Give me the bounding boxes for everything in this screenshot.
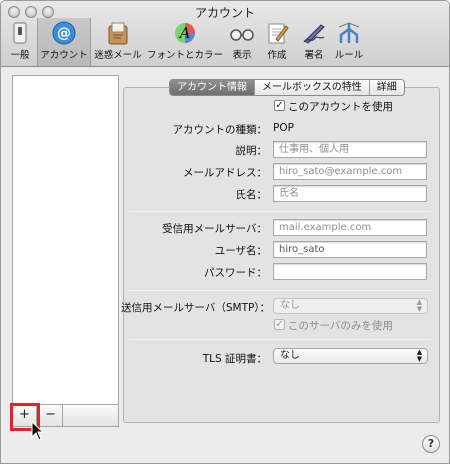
smtp-label: 送信用メールサーバ（SMTP）： (121, 302, 271, 314)
at-sign-icon: @ (51, 21, 77, 45)
description-label: 説明： (235, 145, 268, 157)
settings-tabs: アカウント情報 メールボックスの特性 詳細 (169, 79, 405, 96)
account-type-label: アカウントの種類： (172, 124, 268, 136)
svg-text:A: A (178, 24, 191, 42)
help-button[interactable]: ? (422, 435, 440, 453)
use-account-label: このアカウントを使用 (288, 101, 393, 113)
user-name-label: ユーザ名： (214, 245, 267, 257)
separator (129, 290, 431, 291)
rules-icon (336, 21, 362, 45)
tls-popup[interactable]: なし ▲ ▼ (273, 348, 428, 364)
glasses-icon (229, 21, 255, 45)
description-field[interactable]: 仕事用、個人用 (273, 141, 427, 158)
toolbar-item-junk-mail[interactable]: 迷惑メール (93, 21, 143, 65)
smtp-popup[interactable]: なし ▲ ▼ (273, 298, 428, 314)
toolbar-label: 作成 (267, 50, 287, 61)
use-account-checkbox[interactable]: ✓ (274, 100, 285, 111)
toolbar-item-signatures[interactable]: 署名 (297, 21, 331, 65)
full-name-label: 氏名： (235, 189, 268, 201)
signature-icon (301, 21, 327, 45)
junk-mail-icon (105, 21, 131, 45)
separator (129, 339, 431, 340)
toolbar-item-fonts-colors[interactable]: A フォントとカラー (147, 21, 223, 65)
svg-text:@: @ (57, 26, 71, 42)
toolbar-item-general[interactable]: 一般 (5, 21, 35, 65)
toolbar-label: アカウント (40, 50, 88, 61)
full-name-field[interactable]: 氏名 (273, 185, 427, 202)
toolbar-item-viewing[interactable]: 表示 (226, 21, 258, 65)
updown-arrows-icon: ▲ ▼ (416, 298, 423, 313)
mouse-cursor-icon (31, 420, 45, 444)
tab-account-info[interactable]: アカウント情報 (170, 80, 255, 95)
user-name-field[interactable]: hiro_sato (273, 241, 427, 258)
switch-icon (7, 21, 33, 45)
separator (129, 211, 431, 212)
account-type-value: POP (273, 122, 294, 134)
tab-advanced[interactable]: 詳細 (370, 80, 404, 95)
toolbar-item-composing[interactable]: 作成 (260, 21, 294, 65)
smtp-value: なし (280, 300, 300, 311)
email-field[interactable]: hiro_sato@example.com (273, 163, 427, 180)
toolbar-item-rules[interactable]: ルール (332, 21, 366, 65)
account-list[interactable] (12, 75, 119, 405)
updown-arrows-icon: ▲ ▼ (416, 348, 423, 363)
incoming-server-field[interactable]: mail.example.com (273, 219, 427, 236)
password-label: パスワード： (204, 267, 267, 279)
toolbar-label: 迷惑メール (94, 50, 142, 61)
toolbar-label: 署名 (304, 50, 324, 61)
only-this-server-label: このサーバのみを使用 (288, 320, 393, 332)
compose-icon (264, 21, 290, 45)
incoming-server-label: 受信用メールサーバ： (162, 223, 267, 235)
password-field[interactable] (273, 263, 427, 280)
tls-label: TLS 証明書： (202, 353, 267, 365)
toolbar-label: ルール (334, 50, 364, 61)
tls-value: なし (280, 350, 300, 361)
title-toolbar: アカウント 一般 @ アカウント 迷惑メール A フォントとカラー 表示 作成 … (1, 1, 449, 67)
toolbar-label: フォントとカラー (147, 50, 224, 61)
fonts-colors-icon: A (172, 21, 198, 45)
toolbar-item-accounts[interactable]: @ アカウント (37, 18, 91, 66)
preferences-window: アカウント 一般 @ アカウント 迷惑メール A フォントとカラー 表示 作成 … (0, 0, 450, 464)
toolbar-label: 表示 (232, 50, 252, 61)
only-this-server-checkbox[interactable]: ✓ (274, 319, 285, 330)
tab-mailbox-behaviors[interactable]: メールボックスの特性 (255, 80, 370, 95)
email-label: メールアドレス： (183, 167, 267, 179)
toolbar-label: 一般 (10, 50, 30, 61)
